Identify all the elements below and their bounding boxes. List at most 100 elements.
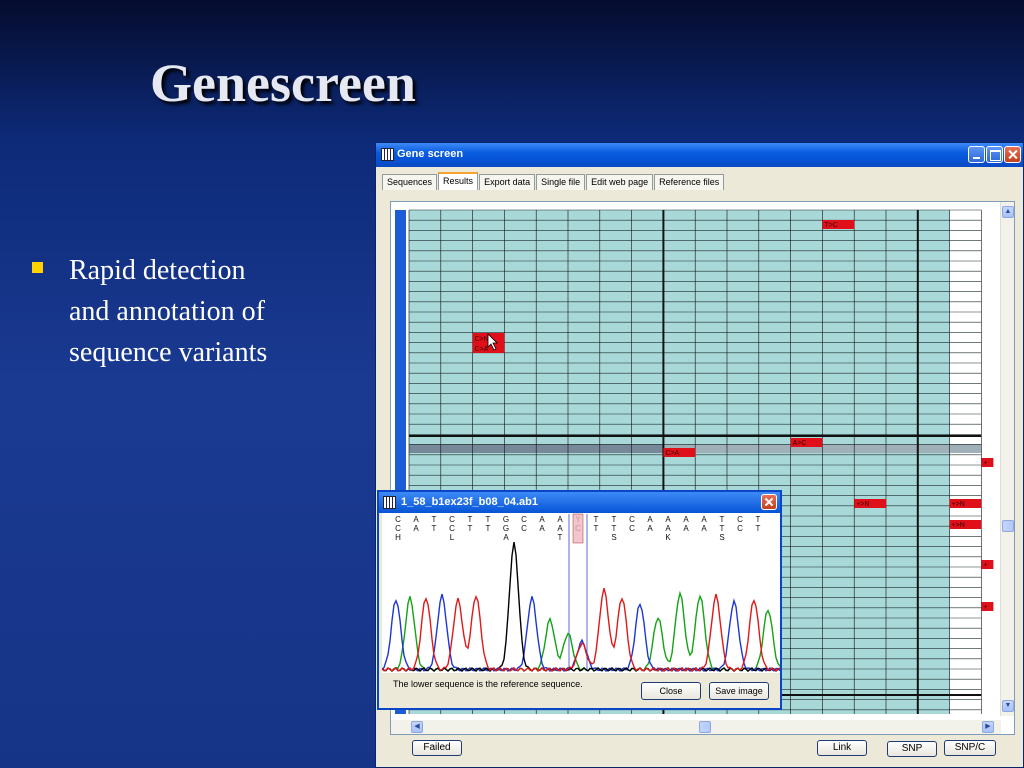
variant-label: C>A <box>665 450 679 457</box>
scroll-left-icon[interactable]: ◀ <box>411 721 423 733</box>
sequence-annotation: S <box>611 533 616 542</box>
sequence-base-lower: A <box>665 524 671 533</box>
sequence-annotation: K <box>665 533 671 542</box>
variant-label: C>A <box>475 346 489 353</box>
sequence-base-upper: T <box>612 515 617 524</box>
bullet-marker-icon <box>32 262 43 273</box>
sequence-base-lower: T <box>612 524 617 533</box>
variant-label: A>C <box>793 440 807 447</box>
variant-label: + <box>983 604 987 611</box>
window-titlebar[interactable]: Gene screen <box>376 143 1023 167</box>
horizontal-scroll-thumb[interactable] <box>699 721 711 733</box>
slide-title: Genescreen <box>150 53 416 113</box>
scroll-up-icon[interactable]: ▲ <box>1002 206 1014 218</box>
vertical-scroll-thumb[interactable] <box>1002 520 1014 532</box>
sequence-base-lower: T <box>432 524 437 533</box>
trace-window-titlebar[interactable]: 1_58_b1ex23f_b08_04.ab1 <box>379 492 780 513</box>
variant-position-marker <box>572 513 584 544</box>
tab-bar: Sequences Results Export data Single fil… <box>382 172 725 190</box>
minimize-icon[interactable] <box>968 146 985 163</box>
failed-button[interactable]: Failed <box>412 740 462 756</box>
sequence-base-upper: C <box>521 515 527 524</box>
sequence-base-lower: C <box>395 524 401 533</box>
sequence-base-upper: A <box>647 515 653 524</box>
scroll-down-icon[interactable]: ▼ <box>1002 700 1014 712</box>
trace-g <box>382 541 780 672</box>
sequence-base-upper: T <box>594 515 599 524</box>
tab-results[interactable]: Results <box>438 172 479 190</box>
tab-reference-files[interactable]: Reference files <box>654 174 725 190</box>
trace-app-icon <box>383 496 396 509</box>
sequence-base-upper: C <box>629 515 635 524</box>
sequence-base-upper: A <box>701 515 707 524</box>
vertical-scrollbar[interactable]: ▲ ▼ <box>1000 202 1014 716</box>
sequence-base-lower: T <box>486 524 491 533</box>
sequence-annotation: A <box>503 533 509 542</box>
sequence-base-lower: A <box>701 524 707 533</box>
variant-label: C>N <box>475 336 489 343</box>
trace-t <box>382 588 780 672</box>
variant-label: +>N <box>952 522 965 529</box>
sequence-base-upper: T <box>468 515 473 524</box>
sequence-base-upper: T <box>486 515 491 524</box>
reference-note: The lower sequence is the reference sequ… <box>393 679 583 689</box>
sequence-base-upper: T <box>432 515 437 524</box>
sequence-base-upper: C <box>449 515 455 524</box>
sequence-base-lower: T <box>720 524 725 533</box>
close-icon[interactable] <box>1004 146 1021 163</box>
chromatogram: CCHAATTCCLTTTTGGACCAAAATYCTTTTSCCAAAAKAA… <box>382 513 780 672</box>
variant-label: + <box>983 562 987 569</box>
trace-a <box>382 590 780 672</box>
sequence-base-lower: C <box>449 524 455 533</box>
tab-export-data[interactable]: Export data <box>479 174 536 190</box>
sequence-base-upper: T <box>720 515 725 524</box>
sequence-base-upper: C <box>395 515 401 524</box>
sequence-base-upper: A <box>665 515 671 524</box>
sequence-base-lower: A <box>647 524 653 533</box>
horizontal-scrollbar[interactable]: ◀ ▶ <box>391 720 1001 734</box>
sequence-base-lower: A <box>413 524 419 533</box>
sequence-base-upper: T <box>756 515 761 524</box>
snp-c-button[interactable]: SNP/C <box>944 740 996 756</box>
sequence-base-upper: A <box>413 515 419 524</box>
sequence-base-lower: C <box>629 524 635 533</box>
variant-label: T>C <box>824 222 837 229</box>
snp-button[interactable]: SNP <box>887 741 937 757</box>
tab-single-file[interactable]: Single file <box>536 174 586 190</box>
trace-c <box>382 593 780 672</box>
sequence-annotation: S <box>719 533 724 542</box>
sequence-base-lower: T <box>594 524 599 533</box>
sequence-base-lower: A <box>539 524 545 533</box>
sequence-base-lower: C <box>737 524 743 533</box>
sequence-base-lower: T <box>756 524 761 533</box>
maximize-icon[interactable] <box>986 146 1003 163</box>
sequence-base-lower: A <box>683 524 689 533</box>
chromatogram-area: CCHAATTCCLTTTTGGACCAAAATYCTTTTSCCAAAAKAA… <box>382 513 780 673</box>
trace-window-title: 1_58_b1ex23f_b08_04.ab1 <box>401 496 538 508</box>
sequence-base-upper: C <box>737 515 743 524</box>
sequence-annotation: T <box>558 533 563 542</box>
sequence-annotation: H <box>395 533 401 542</box>
variant-label: + <box>983 460 987 467</box>
link-button[interactable]: Link <box>817 740 867 756</box>
sequence-base-lower: T <box>468 524 473 533</box>
sequence-base-upper: A <box>557 515 563 524</box>
variant-label: +>N <box>856 501 869 508</box>
sequence-base-lower: A <box>557 524 563 533</box>
app-grid-icon <box>381 148 394 161</box>
trace-close-icon[interactable] <box>761 494 777 510</box>
save-image-button[interactable]: Save image <box>709 682 769 700</box>
sequence-base-upper: G <box>503 515 509 524</box>
close-button[interactable]: Close <box>641 682 701 700</box>
trace-viewer-window: 1_58_b1ex23f_b08_04.ab1 CCHAATTCCLTTTTGG… <box>377 490 782 710</box>
variant-label: +>N <box>952 501 965 508</box>
sequence-annotation: L <box>450 533 455 542</box>
window-title: Gene screen <box>397 148 464 160</box>
tab-edit-web-page[interactable]: Edit web page <box>586 174 654 190</box>
bullet-text: Rapid detection and annotation of sequen… <box>69 255 268 368</box>
sequence-base-lower: C <box>521 524 527 533</box>
sequence-base-lower: G <box>503 524 509 533</box>
sequence-base-upper: A <box>683 515 689 524</box>
scroll-right-icon[interactable]: ▶ <box>982 721 994 733</box>
tab-sequences[interactable]: Sequences <box>382 174 438 190</box>
